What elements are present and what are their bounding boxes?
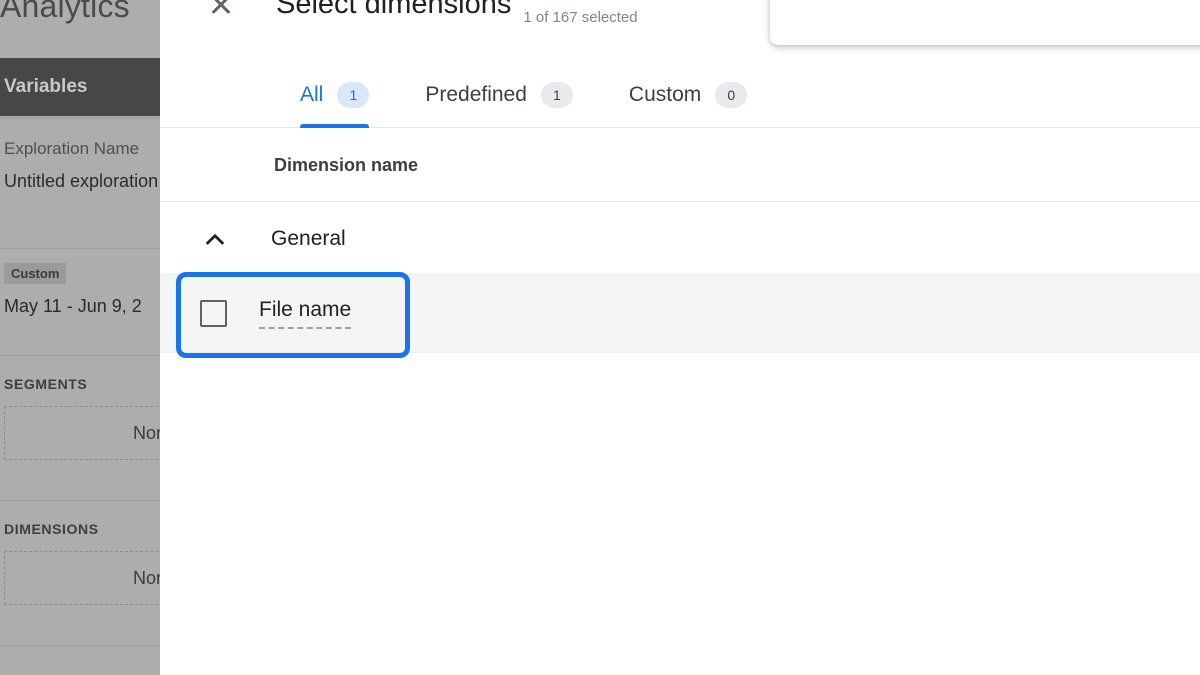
dimension-label: File name	[259, 298, 352, 329]
tab-all[interactable]: All 1	[300, 62, 370, 128]
exploration-name-label: Exploration Name	[4, 139, 140, 158]
tab-all-label: All	[300, 82, 324, 106]
segments-header: SEGMENTS	[4, 376, 88, 392]
exploration-name-section: Exploration Name Untitled exploration	[0, 117, 160, 212]
tab-custom-label: Custom	[628, 82, 702, 106]
column-header-label: Dimension name	[274, 154, 419, 175]
chevron-up-icon[interactable]	[200, 224, 230, 254]
variables-panel-title: Variables	[4, 76, 88, 97]
analytics-logo-text: Analytics	[0, 0, 130, 24]
segments-section: SEGMENTS Non	[0, 355, 160, 460]
segments-dropzone[interactable]: Non	[4, 406, 160, 460]
segments-dropzone-label: Non	[133, 422, 160, 443]
dimension-name-column-header: Dimension name	[160, 129, 1200, 202]
app-background-sidebar: Analytics Variables Exploration Name Unt…	[0, 0, 160, 675]
selected-count: 1 of 167 selected	[523, 9, 638, 26]
dimension-row-file-name[interactable]: File name	[160, 275, 1200, 353]
dimension-group-general[interactable]: General	[160, 203, 1200, 275]
date-range-section: Custom May 11 - Jun 9, 2	[0, 248, 160, 337]
dimensions-section: DIMENSIONS Non	[0, 500, 160, 605]
dimension-group-label: General	[271, 226, 346, 250]
screen: Analytics Variables Exploration Name Unt…	[0, 0, 1200, 675]
tab-predefined[interactable]: Predefined 1	[425, 62, 573, 128]
dimensions-dropzone-label: Non	[133, 567, 160, 588]
exploration-name-value[interactable]: Untitled exploration	[4, 165, 160, 198]
dialog-tabs: All 1 Predefined 1 Custom 0	[160, 62, 1200, 128]
date-range-value[interactable]: May 11 - Jun 9, 2	[4, 290, 160, 323]
select-dimensions-dialog: Select dimensions 1 of 167 selected All …	[160, 0, 1200, 675]
dimension-checkbox[interactable]	[200, 300, 227, 327]
dialog-title: Select dimensions	[276, 0, 512, 20]
date-range-chip: Custom	[4, 263, 67, 284]
tab-all-badge: 1	[337, 81, 370, 108]
tab-predefined-badge: 1	[540, 81, 573, 108]
dimensions-header: DIMENSIONS	[4, 521, 99, 537]
dimensions-dropzone[interactable]: Non	[4, 551, 160, 605]
tab-custom-badge: 0	[715, 81, 748, 108]
close-icon[interactable]	[208, 0, 234, 17]
search-box[interactable]: file name	[770, 0, 1200, 45]
tab-custom[interactable]: Custom 0	[628, 62, 748, 128]
tab-predefined-label: Predefined	[425, 82, 527, 106]
variables-panel-header[interactable]: Variables	[0, 58, 160, 116]
metrics-section	[0, 645, 160, 675]
active-tab-indicator	[300, 123, 370, 128]
